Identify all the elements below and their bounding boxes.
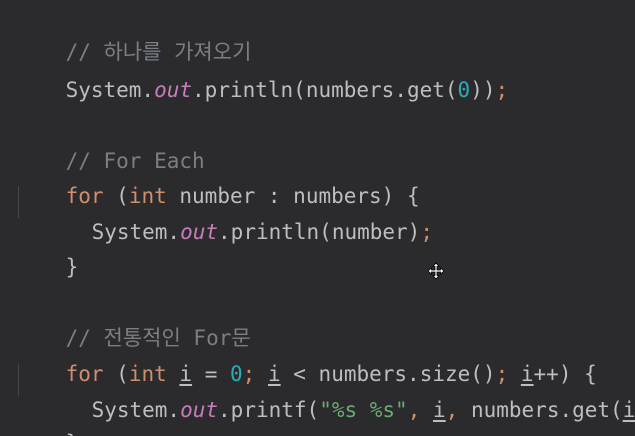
code-line-11[interactable]: System.out.printf("%s %s", i, numbers.ge… (41, 365, 635, 422)
number-literal: 0 (457, 78, 471, 102)
code-token: .printf( (218, 398, 320, 422)
semicolon-token: ; (495, 78, 509, 102)
comma-token: , (407, 398, 421, 422)
code-token: .println(numbers.get( (192, 78, 458, 102)
code-token: } (65, 255, 79, 279)
loop-variable-token: i (433, 398, 446, 422)
code-line-5[interactable]: for (int number : numbers) { (15, 151, 420, 208)
semicolon-token: ; (420, 220, 433, 244)
code-token: .println(number) (218, 220, 421, 244)
move-cursor-icon (427, 262, 445, 280)
code-line-4[interactable]: // For Each (15, 116, 205, 173)
code-line-12[interactable]: } (15, 398, 79, 436)
comma-token: , (445, 398, 459, 422)
static-field-token: out (180, 398, 219, 422)
code-token: System. (91, 398, 181, 422)
loop-variable-token: i (622, 398, 635, 422)
string-literal: "%s %s" (319, 398, 408, 422)
code-line-9[interactable]: // 전통적인 For문 (15, 293, 251, 350)
code-editor[interactable]: // 하나를 가져오기 System.out.println(numbers.g… (0, 0, 635, 436)
code-line-7[interactable]: } (15, 222, 79, 279)
code-line-2[interactable]: System.out.println(numbers.get(0)); (15, 45, 509, 102)
code-line-10[interactable]: for (int i = 0; i < numbers.size(); i++)… (15, 329, 597, 386)
code-token: )) (470, 78, 496, 102)
code-token: } (66, 431, 79, 436)
static-field-token: out (180, 220, 219, 244)
code-token: System. (91, 220, 181, 244)
code-line-6[interactable]: System.out.println(number); (41, 187, 433, 244)
code-token: numbers.get( (458, 398, 623, 422)
code-line-1[interactable]: // 하나를 가져오기 (15, 7, 252, 64)
static-field-token: out (154, 78, 193, 102)
code-token: System. (65, 78, 155, 102)
